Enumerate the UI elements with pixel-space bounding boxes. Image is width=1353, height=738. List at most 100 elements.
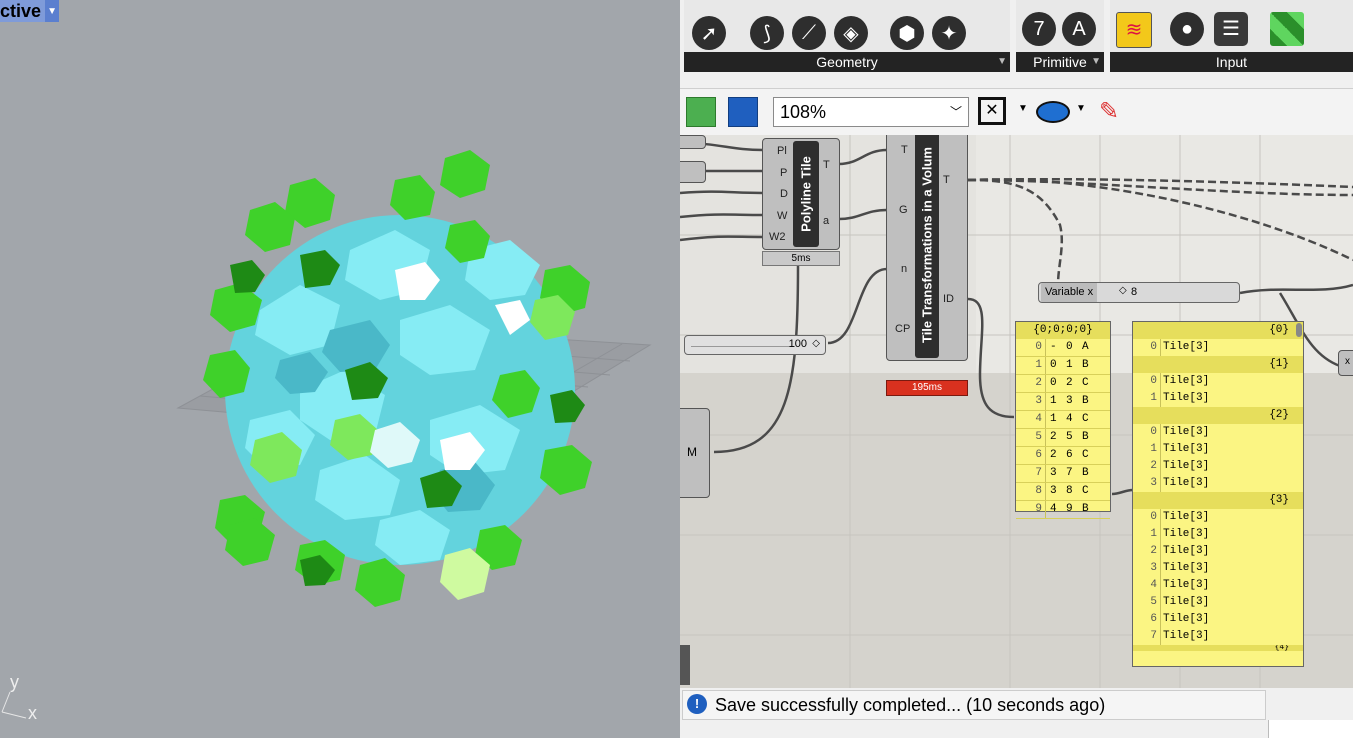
tiles-panel[interactable]: {0} 0 Tile[3] {1} 0 Tile[3] 1 Tile[3] {2} 0 Tile[3…	[1132, 321, 1304, 667]
tile-cluster	[203, 150, 592, 607]
open-file-icon[interactable]	[686, 97, 716, 127]
input-port-pl[interactable]: Pl	[777, 145, 787, 157]
output-port-t[interactable]: T	[823, 159, 830, 171]
zoom-extents-menu-icon[interactable]: ▼	[1018, 103, 1028, 114]
expand-arrow-icon[interactable]: ▼	[997, 52, 1007, 72]
input-toggle-icon[interactable]: ●	[1170, 12, 1204, 46]
row-cell: 4	[1050, 503, 1057, 515]
output-port-t[interactable]: T	[943, 174, 950, 186]
input-port-g[interactable]: G	[899, 204, 908, 216]
preview-eye-icon[interactable]	[1036, 101, 1070, 123]
row-index: 8	[1035, 485, 1042, 497]
component-title: Polyline Tile	[798, 156, 814, 232]
preview-menu-icon[interactable]: ▼	[1076, 103, 1086, 114]
geometry-point-icon[interactable]: ➚	[692, 16, 726, 50]
row-cell: 6	[1066, 449, 1073, 461]
panel-row: 626C	[1016, 447, 1110, 465]
panel-row: 0 Tile[3]	[1133, 509, 1303, 526]
sketch-pen-icon[interactable]: ✎	[1094, 97, 1124, 127]
zoom-select[interactable]: 108% ﹀	[773, 97, 969, 127]
panel-row: 3 Tile[3]	[1133, 475, 1303, 492]
mesh-param[interactable]: M	[680, 408, 710, 498]
row-value: Tile[3]	[1163, 613, 1210, 625]
ribbon-group-primitive[interactable]: 7 A Primitive ▼	[1016, 0, 1104, 72]
variable-slider[interactable]: Variable x ◇ 8	[1038, 282, 1240, 303]
input-port-p[interactable]: P	[780, 167, 787, 179]
geometry-brep-icon[interactable]: ⬢	[890, 16, 924, 50]
input-port-w2[interactable]: W2	[769, 231, 786, 243]
polyline-tile-component[interactable]: Pl P D W W2 Polyline Tile T a	[762, 138, 840, 250]
row-cell: 3	[1050, 467, 1057, 479]
input-list-icon[interactable]: ☰	[1214, 12, 1248, 46]
status-side-box	[1268, 720, 1353, 738]
slider-grip-icon[interactable]: ◇	[812, 338, 820, 349]
number-slider-100[interactable]: 100 ◇	[684, 335, 826, 355]
geometry-curve-icon[interactable]: ⟆	[750, 16, 784, 50]
canvas-scroll-handle[interactable]	[680, 645, 690, 685]
output-port-a[interactable]: a	[823, 215, 829, 227]
gh-canvas[interactable]: Pl P D W W2 Polyline Tile T a 5ms T G n …	[680, 135, 1353, 688]
row-index: 5	[1150, 596, 1157, 608]
row-value: Tile[3]	[1163, 392, 1210, 404]
branch-header: {2}	[1133, 407, 1303, 424]
row-cell: 1	[1050, 413, 1057, 425]
input-port-cp[interactable]: CP	[895, 323, 910, 335]
input-port-d[interactable]: D	[780, 188, 788, 200]
geometry-surface-icon[interactable]: ◈	[834, 16, 868, 50]
geometry-mesh-icon[interactable]: ✦	[932, 16, 966, 50]
input-param-stub[interactable]	[680, 135, 706, 149]
zoom-value: 108%	[780, 102, 827, 122]
row-index: 1	[1150, 392, 1157, 404]
row-index: 6	[1035, 449, 1042, 461]
tile-transform-component[interactable]: T G n CP Tile Transformations in a Volum…	[886, 135, 968, 361]
zoom-extents-icon[interactable]: ✕	[978, 97, 1006, 125]
row-cell: C	[1082, 485, 1089, 497]
panel-row: 1 Tile[3]	[1133, 390, 1303, 407]
input-port-t[interactable]: T	[901, 144, 908, 156]
slider-grip-icon[interactable]: ◇	[1119, 285, 1127, 296]
row-index: 9	[1035, 503, 1042, 515]
ribbon-group-input[interactable]: ≋ ● ☰ Input	[1110, 0, 1353, 72]
output-port-id[interactable]: ID	[943, 293, 954, 305]
status-message: Save successfully completed... (10 secon…	[715, 695, 1106, 715]
row-value: Tile[3]	[1163, 477, 1210, 489]
panel-row: 414C	[1016, 411, 1110, 429]
row-index: 5	[1035, 431, 1042, 443]
param-label: x	[1345, 356, 1350, 367]
ribbon-group-geometry[interactable]: ➚ ⟆ ⟋ ◈ ⬢ ✦ Geometry ▼	[684, 0, 1010, 72]
row-value: Tile[3]	[1163, 443, 1210, 455]
input-param-stub[interactable]	[680, 161, 706, 183]
panel-scrollbar[interactable]	[1296, 323, 1302, 337]
input-port-w[interactable]: W	[777, 210, 787, 222]
panel-rows: {0} 0 Tile[3] {1} 0 Tile[3] 1 Tile[3] {2} 0 Tile[3…	[1133, 322, 1303, 651]
panel-row: 838C	[1016, 483, 1110, 501]
row-index: 6	[1150, 613, 1157, 625]
geometry-line-icon[interactable]: ⟋	[792, 16, 826, 50]
panel-row: 1 Tile[3]	[1133, 526, 1303, 543]
row-cell: C	[1082, 377, 1089, 389]
row-index: 3	[1150, 477, 1157, 489]
row-cell: B	[1082, 395, 1089, 407]
axis-y-label: y	[10, 672, 19, 692]
row-cell: C	[1082, 449, 1089, 461]
id-panel[interactable]: {0;0;0;0} 0-0A101B202C313B414C525B626C73…	[1015, 321, 1111, 519]
row-value: Tile[3]	[1163, 579, 1210, 591]
expand-arrow-icon[interactable]: ▼	[1091, 52, 1101, 72]
primitive-text-icon[interactable]: A	[1062, 12, 1096, 46]
panel-row: 2 Tile[3]	[1133, 543, 1303, 560]
row-cell: 0	[1050, 377, 1057, 389]
row-cell: 5	[1066, 431, 1073, 443]
save-file-icon[interactable]	[728, 97, 758, 127]
primitive-integer-icon[interactable]: 7	[1022, 12, 1056, 46]
rhino-viewport[interactable]: ctive ▼ y x	[0, 0, 680, 738]
input-swatch-icon[interactable]	[1270, 12, 1304, 46]
row-index: 7	[1150, 630, 1157, 642]
row-index: 2	[1150, 545, 1157, 557]
viewport-scene	[1, 150, 652, 719]
slider-value: 8	[1131, 286, 1138, 298]
input-port-n[interactable]: n	[901, 263, 907, 275]
output-param-stub[interactable]: x	[1338, 350, 1353, 376]
input-graph-icon[interactable]: ≋	[1116, 12, 1152, 48]
status-bar: ! Save successfully completed... (10 sec…	[682, 690, 1266, 720]
slider-label: Variable x	[1041, 283, 1098, 302]
